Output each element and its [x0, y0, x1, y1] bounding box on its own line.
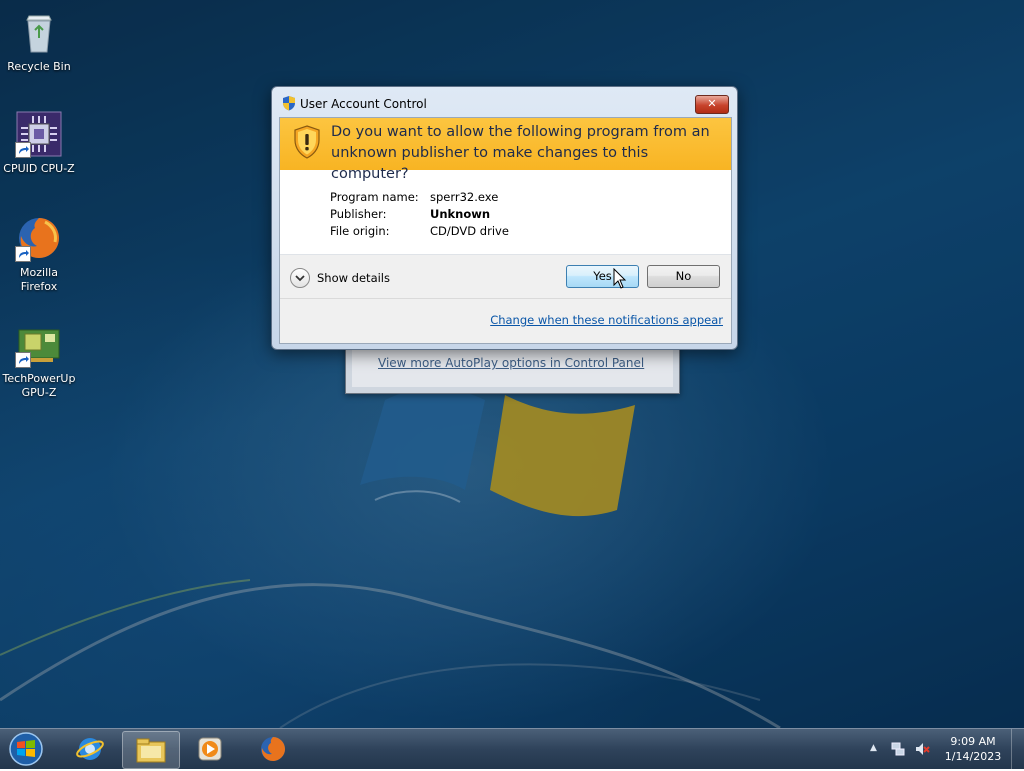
publisher-value: Unknown [430, 207, 491, 221]
close-button[interactable]: ✕ [695, 95, 729, 114]
shortcut-arrow-icon [15, 142, 31, 158]
desktop-icon-cpu-z[interactable]: CPUID CPU-Z [1, 110, 77, 176]
change-notifications-link[interactable]: Change when these notifications appear [490, 313, 723, 327]
autoplay-control-panel-link[interactable]: View more AutoPlay options in Control Pa… [378, 356, 644, 370]
start-button[interactable] [4, 730, 48, 768]
mouse-cursor-icon [613, 268, 627, 289]
desktop-icon-label: Recycle Bin [7, 60, 71, 73]
taskbar-media-player[interactable] [182, 731, 238, 767]
taskbar-internet-explorer[interactable] [62, 731, 118, 767]
desktop-icon-gpu-z[interactable]: TechPowerUp GPU-Z [1, 320, 77, 400]
uac-body: Do you want to allow the following progr… [279, 117, 732, 344]
chevron-down-icon [290, 268, 310, 288]
desktop: Recycle Bin CPUID CPU-Z Mozilla Firefox … [0, 0, 1024, 768]
shortcut-arrow-icon [15, 246, 31, 262]
taskbar-firefox[interactable] [245, 731, 301, 767]
uac-button-area: Show details Yes No Change when these no… [280, 255, 731, 343]
gpu-z-icon [15, 320, 63, 368]
desktop-icon-recycle-bin[interactable]: Recycle Bin [1, 8, 77, 74]
desktop-icon-label-line1: Mozilla [20, 266, 58, 279]
volume-muted-icon[interactable] [914, 741, 930, 757]
program-name-row: Program name: sperr32.exe [330, 189, 509, 206]
show-details-label: Show details [317, 271, 390, 285]
uac-dialog: User Account Control ✕ Do you want to al… [271, 86, 738, 350]
show-details-button[interactable]: Show details [290, 268, 390, 288]
clock-date: 1/14/2023 [944, 750, 1002, 763]
show-hidden-icons-button[interactable]: ▲ [870, 743, 877, 753]
desktop-icon-label-line2: Firefox [20, 280, 58, 293]
file-origin-value: CD/DVD drive [430, 224, 509, 238]
publisher-row: Publisher: Unknown [330, 206, 509, 223]
taskbar: ▲ 9:09 AM 1/14/2023 [0, 728, 1024, 769]
program-info: Program name: sperr32.exe Publisher: Unk… [330, 189, 509, 240]
shortcut-arrow-icon [15, 352, 31, 368]
system-clock[interactable]: 9:09 AM 1/14/2023 [940, 734, 1006, 764]
file-origin-label: File origin: [330, 224, 390, 238]
uac-title: User Account Control [300, 97, 427, 111]
desktop-icon-label-line2: GPU-Z [21, 386, 57, 399]
warning-shield-icon [294, 125, 320, 159]
recycle-bin-icon [15, 8, 63, 56]
uac-warning-banner: Do you want to allow the following progr… [280, 118, 731, 182]
firefox-icon [15, 214, 63, 262]
yes-button[interactable]: Yes [566, 265, 639, 288]
desktop-icon-label: CPUID CPU-Z [3, 162, 75, 175]
program-name-value: sperr32.exe [430, 190, 499, 204]
program-name-label: Program name: [330, 190, 419, 204]
no-button[interactable]: No [647, 265, 720, 288]
windows-explorer-icon [136, 738, 166, 763]
media-player-icon [198, 737, 222, 761]
cpu-z-icon [15, 110, 63, 158]
uac-question-text: Do you want to allow the following progr… [331, 124, 710, 182]
publisher-label: Publisher: [330, 207, 387, 221]
network-icon[interactable] [890, 741, 906, 757]
desktop-icon-label-line1: TechPowerUp [2, 372, 76, 385]
uac-shield-icon [283, 96, 295, 111]
firefox-icon [261, 737, 285, 761]
file-origin-row: File origin: CD/DVD drive [330, 223, 509, 240]
internet-explorer-icon [76, 738, 104, 760]
taskbar-windows-explorer[interactable] [122, 731, 180, 769]
desktop-icon-firefox[interactable]: Mozilla Firefox [1, 214, 77, 294]
divider [280, 298, 731, 299]
show-desktop-button[interactable] [1011, 729, 1024, 769]
clock-time: 9:09 AM [950, 735, 996, 748]
